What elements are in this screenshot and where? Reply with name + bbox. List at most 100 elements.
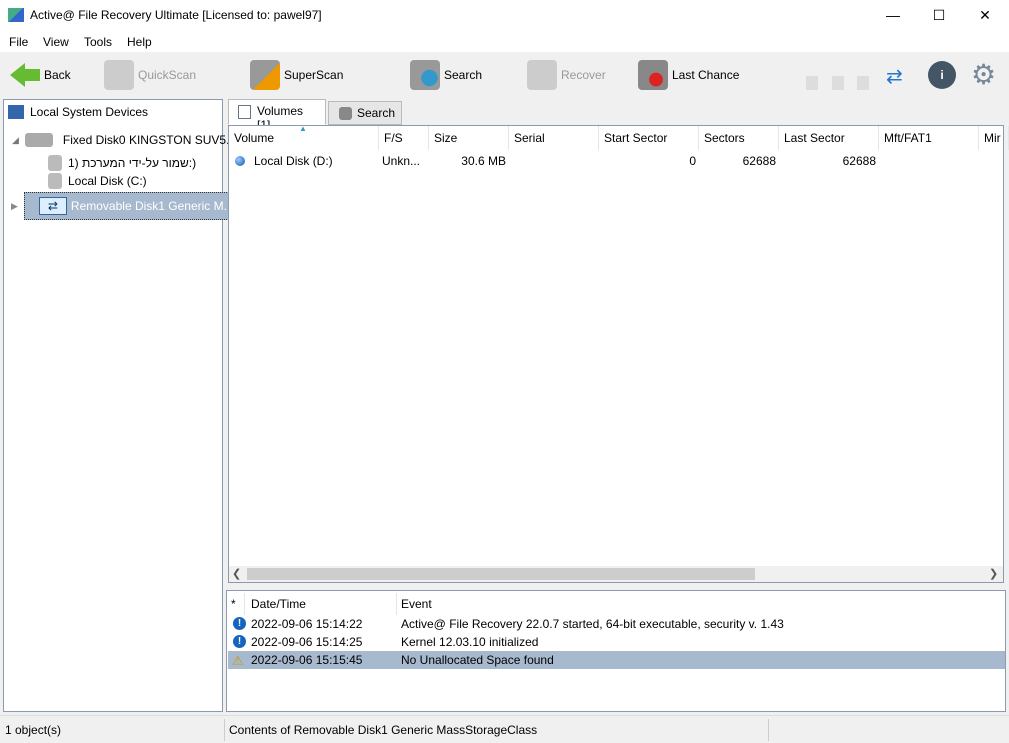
log-header-datetime[interactable]: Date/Time bbox=[247, 593, 397, 615]
log-time: 2022-09-06 15:15:45 bbox=[251, 653, 363, 667]
log-event: Active@ File Recovery 22.0.7 started, 64… bbox=[401, 617, 784, 631]
cell-size: 30.6 MB bbox=[461, 154, 506, 168]
tab-search[interactable]: Search bbox=[328, 101, 402, 125]
tree-volume-c-label: Local Disk (C:) bbox=[68, 174, 147, 188]
menu-tools[interactable]: Tools bbox=[84, 35, 112, 49]
tree-disk0[interactable]: ◢ Fixed Disk0 KINGSTON SUV5... bbox=[12, 133, 236, 147]
scrollbar-thumb[interactable] bbox=[247, 568, 755, 580]
status-object-count: 1 object(s) bbox=[5, 723, 62, 737]
title-bar: Active@ File Recovery Ultimate [Licensed… bbox=[0, 0, 1009, 32]
tree-volume-1[interactable]: 1) שמור על-ידי המערכת:) bbox=[48, 155, 196, 171]
back-button[interactable]: Back bbox=[10, 58, 71, 92]
tree-disk1-label: Removable Disk1 Generic M... bbox=[70, 199, 234, 213]
maximize-button[interactable]: ☐ bbox=[916, 0, 962, 32]
minimize-button[interactable]: — bbox=[870, 0, 916, 32]
warning-icon: ⚠ bbox=[232, 653, 244, 668]
tree-volume-1-label: 1) שמור על-ידי המערכת:) bbox=[68, 156, 197, 170]
status-message: Contents of Removable Disk1 Generic Mass… bbox=[229, 723, 538, 737]
scroll-left-icon[interactable]: ❮ bbox=[232, 567, 241, 580]
tab-volumes[interactable]: Volumes [1] bbox=[228, 99, 326, 132]
usb-icon: ⇄ bbox=[38, 197, 67, 215]
volume-table: Volume ▲ F/S Size Serial Start Sector Sec… bbox=[228, 124, 1009, 583]
column-header-size[interactable]: Size bbox=[429, 126, 509, 150]
column-header-start-sector[interactable]: Start Sector bbox=[599, 126, 699, 150]
info-icon: ! bbox=[233, 635, 246, 648]
column-label: Volume bbox=[234, 131, 275, 145]
log-event: Kernel 12.03.10 initialized bbox=[401, 635, 539, 649]
column-header-serial[interactable]: Serial bbox=[509, 126, 599, 150]
file-delete-icon[interactable] bbox=[832, 76, 844, 90]
column-header-mirror[interactable]: Mir bbox=[979, 126, 1009, 150]
log-time: 2022-09-06 15:14:22 bbox=[251, 617, 363, 631]
menu-file[interactable]: File bbox=[9, 35, 28, 49]
binoculars-icon bbox=[339, 107, 352, 120]
tree-root-label: Local System Devices bbox=[30, 105, 149, 119]
list-icon bbox=[238, 105, 251, 119]
menu-bar: File View Tools Help bbox=[0, 32, 1009, 52]
quickscan-button[interactable]: QuickScan bbox=[104, 58, 196, 92]
computer-icon bbox=[8, 105, 24, 119]
quickscan-icon bbox=[104, 60, 134, 90]
menu-help[interactable]: Help bbox=[127, 35, 152, 49]
close-button[interactable]: ✕ bbox=[962, 0, 1008, 32]
cell-volume: Local Disk (D:) bbox=[254, 154, 333, 168]
column-header-volume[interactable]: Volume ▲ bbox=[229, 124, 379, 150]
tree-volume-c[interactable]: Local Disk (C:) bbox=[48, 173, 147, 189]
info-icon[interactable]: i bbox=[928, 61, 956, 89]
expand-icon[interactable]: ▶ bbox=[11, 201, 18, 212]
back-label: Back bbox=[44, 68, 71, 82]
superscan-label: SuperScan bbox=[284, 68, 344, 82]
sort-ascending-icon: ▲ bbox=[299, 124, 307, 133]
column-header-sectors[interactable]: Sectors bbox=[699, 126, 779, 150]
tab-search-label: Search bbox=[357, 106, 396, 120]
tree-disk0-label: Fixed Disk0 KINGSTON SUV5... bbox=[62, 133, 237, 147]
log-time: 2022-09-06 15:14:25 bbox=[251, 635, 363, 649]
column-header-mft-fat1[interactable]: Mft/FAT1 bbox=[879, 126, 979, 150]
swap-arrows-icon[interactable]: ⇄ bbox=[886, 64, 903, 89]
recover-button[interactable]: Recover bbox=[527, 58, 606, 92]
tree-disk1[interactable]: ▶ ⇄ Removable Disk1 Generic M... bbox=[11, 192, 239, 220]
last-chance-button[interactable]: Last Chance bbox=[638, 58, 739, 92]
status-divider bbox=[768, 719, 769, 741]
log-row[interactable]: ! 2022-09-06 15:14:25 Kernel 12.03.10 in… bbox=[228, 633, 1005, 651]
cell-last-sector: 62688 bbox=[842, 154, 876, 168]
first-aid-icon bbox=[638, 60, 668, 90]
log-header-event[interactable]: Event bbox=[397, 593, 697, 615]
log-row-selected[interactable]: ⚠ 2022-09-06 15:15:45 No Unallocated Spa… bbox=[228, 651, 1005, 669]
column-header-fs[interactable]: F/S bbox=[379, 126, 429, 150]
superscan-button[interactable]: SuperScan bbox=[250, 58, 343, 92]
event-log: * Date/Time Event ! 2022-09-06 15:14:22 … bbox=[226, 590, 1006, 712]
cell-fs: Unkn... bbox=[382, 154, 421, 168]
device-tree: Local System Devices ◢ Fixed Disk0 KINGST… bbox=[3, 99, 239, 712]
menu-view[interactable]: View bbox=[43, 35, 69, 49]
app-icon bbox=[8, 8, 24, 22]
quickscan-label: QuickScan bbox=[138, 68, 197, 82]
search-icon bbox=[410, 60, 440, 90]
status-divider bbox=[224, 719, 225, 741]
tree-root[interactable]: Local System Devices bbox=[8, 105, 148, 119]
gear-icon[interactable]: ⚙ bbox=[971, 58, 996, 91]
toolbar: Back QuickScan SuperScan Search Recover … bbox=[0, 52, 1009, 98]
search-label: Search bbox=[444, 68, 483, 82]
scroll-right-icon[interactable]: ❯ bbox=[989, 567, 998, 580]
info-icon: ! bbox=[233, 617, 246, 630]
volume-icon bbox=[48, 155, 62, 171]
volume-status-icon bbox=[235, 156, 245, 166]
horizontal-scrollbar[interactable]: ❮ ❯ bbox=[229, 566, 1003, 582]
log-event: No Unallocated Space found bbox=[401, 653, 554, 667]
collapse-icon[interactable]: ◢ bbox=[12, 135, 19, 146]
status-bar: 1 object(s) Contents of Removable Disk1 … bbox=[0, 715, 1009, 743]
recover-label: Recover bbox=[561, 68, 606, 82]
window-title: Active@ File Recovery Ultimate [Licensed… bbox=[30, 8, 322, 22]
search-button[interactable]: Search bbox=[410, 58, 482, 92]
file-icon[interactable] bbox=[857, 76, 869, 90]
log-row[interactable]: ! 2022-09-06 15:14:22 Active@ File Recov… bbox=[228, 615, 1005, 633]
log-header-level[interactable]: * bbox=[227, 593, 245, 615]
file-check-icon[interactable] bbox=[806, 76, 818, 90]
column-header-last-sector[interactable]: Last Sector bbox=[779, 126, 879, 150]
volume-icon bbox=[48, 173, 62, 189]
last-chance-label: Last Chance bbox=[672, 68, 740, 82]
cell-start-sector: 0 bbox=[689, 154, 696, 168]
recover-icon bbox=[527, 60, 557, 90]
cell-sectors: 62688 bbox=[742, 154, 776, 168]
